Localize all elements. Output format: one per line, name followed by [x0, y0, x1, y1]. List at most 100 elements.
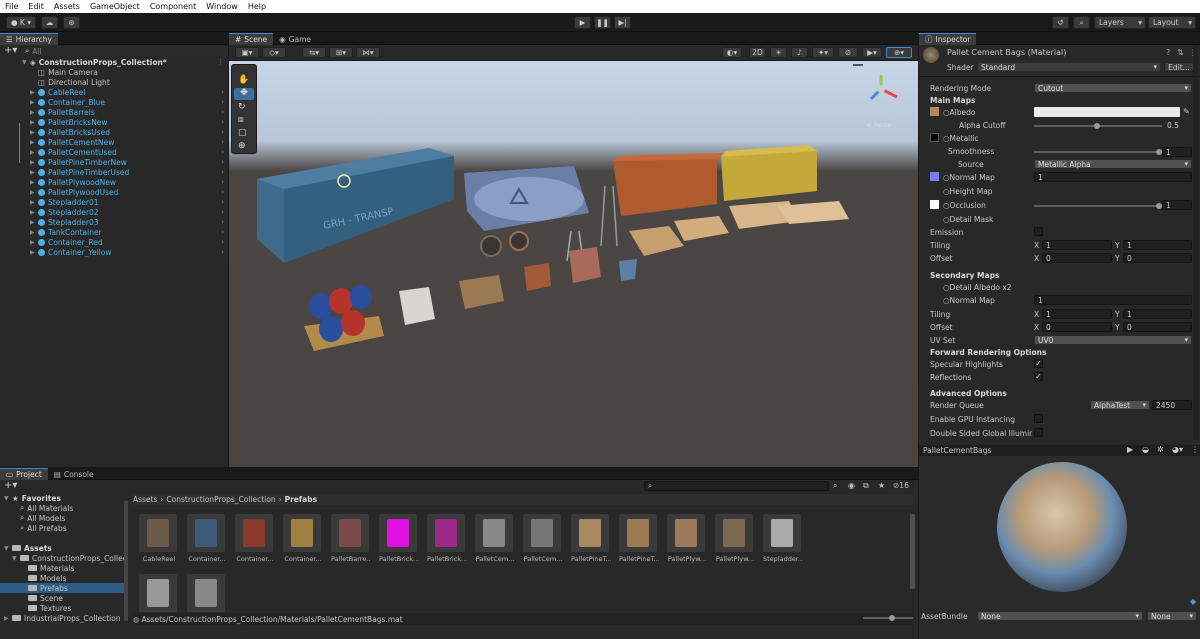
gizmos-icon[interactable]: ⊕▾	[886, 47, 912, 58]
hierarchy-item[interactable]: ▶ PalletPineTimberUsed ›	[0, 167, 228, 177]
shader-dropdown[interactable]: Standard	[977, 62, 1161, 72]
layers-dropdown[interactable]: Layers ▾	[1094, 16, 1146, 29]
open-prefab-icon[interactable]: ›	[221, 168, 224, 176]
open-prefab-icon[interactable]: ›	[221, 188, 224, 196]
pallet-timber-2[interactable]	[674, 216, 729, 241]
alpha-cutoff-slider[interactable]	[1034, 123, 1162, 129]
light-icon[interactable]: ✲	[1157, 445, 1164, 454]
play-button[interactable]: ▶	[574, 16, 591, 29]
hierarchy-item[interactable]: ◫ Directional Light	[0, 77, 228, 87]
pallet-cement-bags[interactable]	[459, 275, 504, 309]
cable-reel-1[interactable]	[480, 235, 502, 257]
breadcrumb-collection[interactable]: ConstructionProps_Collection	[166, 495, 275, 504]
fav-all-materials[interactable]: ⌕ All Materials	[20, 503, 73, 513]
detail-albedo-label[interactable]: ○Detail Albedo x2	[943, 283, 1012, 292]
hierarchy-item[interactable]: ▶ PalletCementUsed ›	[0, 147, 228, 157]
open-prefab-icon[interactable]: ›	[221, 138, 224, 146]
expand-arrow-icon[interactable]: ▼	[12, 555, 20, 562]
hidden-objects-icon[interactable]: ⊘	[838, 47, 858, 58]
expand-arrow-icon[interactable]: ▶	[30, 189, 38, 196]
expand-arrow-icon[interactable]: ▶	[30, 209, 38, 216]
hierarchy-item[interactable]: ▶ Stepladder02 ›	[0, 207, 228, 217]
project-search-input[interactable]: ⌕	[644, 481, 829, 491]
menu-window[interactable]: Window	[206, 2, 238, 11]
transform-tool-icon[interactable]: ⊕	[238, 141, 246, 151]
tag-icon[interactable]: ◆	[1190, 597, 1196, 606]
expand-arrow-icon[interactable]: ▶	[30, 129, 38, 136]
open-prefab-icon[interactable]: ›	[221, 98, 224, 106]
play-preview-icon[interactable]: ▶	[1127, 445, 1133, 454]
hierarchy-item[interactable]: ▶ PalletBarrels ›	[0, 107, 228, 117]
hierarchy-item[interactable]: ◫ Main Camera	[0, 67, 228, 77]
expand-arrow-icon[interactable]: ▶	[30, 249, 38, 256]
smoothness-slider[interactable]	[1034, 149, 1162, 155]
emission-checkbox[interactable]	[1034, 227, 1043, 236]
draw-mode-icon[interactable]: ▣▾	[235, 47, 259, 58]
scale-tool-icon[interactable]: ⧈	[238, 115, 244, 125]
occlusion-label[interactable]: ○Occlusion	[943, 201, 986, 210]
inspector-scrollbar[interactable]	[1193, 45, 1198, 440]
hand-tool-icon[interactable]: ✋	[238, 75, 249, 85]
tiling-y-field[interactable]: 1	[1123, 240, 1192, 250]
pallet-timber-1[interactable]	[629, 226, 684, 256]
occlusion-value[interactable]: 1	[1162, 200, 1192, 210]
hierarchy-item[interactable]: ▶ PalletPlywoodNew ›	[0, 177, 228, 187]
search-icon[interactable]: ⌕	[1073, 16, 1090, 29]
asset-item[interactable]: Container...	[283, 514, 323, 563]
render-mode-icon[interactable]: ◇▾	[262, 47, 286, 58]
open-prefab-icon[interactable]: ›	[221, 128, 224, 136]
expand-arrow-icon[interactable]: ▶	[30, 89, 38, 96]
open-prefab-icon[interactable]: ›	[221, 108, 224, 116]
asset-item[interactable]: PalletCem...	[475, 514, 515, 563]
asset-item[interactable]: PalletBrick...	[379, 514, 419, 563]
fav-all-models[interactable]: ⌕ All Models	[20, 513, 65, 523]
albedo-color-field[interactable]	[1034, 107, 1180, 117]
container-yellow[interactable]	[721, 151, 817, 201]
fav-all-prefabs[interactable]: ⌕ All Prefabs	[20, 523, 67, 533]
hierarchy-item[interactable]: ▶ PalletPineTimberNew ›	[0, 157, 228, 167]
favorites-header[interactable]: ▼ ★ Favorites	[4, 493, 61, 503]
add-button[interactable]: +▾	[4, 45, 17, 56]
asset-item[interactable]: PalletCem...	[523, 514, 563, 563]
asset-item[interactable]: CableReel	[139, 514, 179, 563]
pallet-bricks[interactable]	[399, 287, 435, 325]
alpha-cutoff-value[interactable]: 0.5	[1167, 121, 1179, 130]
menu-file[interactable]: File	[5, 2, 18, 11]
tab-game[interactable]: ◉ Game	[273, 33, 317, 45]
detail-mask-label[interactable]: ○Detail Mask	[943, 215, 993, 224]
search-by-type-icon[interactable]: ⌕	[833, 481, 837, 491]
assetbundle-dropdown[interactable]: None	[977, 611, 1143, 621]
tree-models[interactable]: Models	[28, 573, 66, 583]
sec-tiling-y-field[interactable]: 1	[1123, 309, 1192, 319]
expand-arrow-icon[interactable]: ▼	[4, 545, 12, 552]
open-prefab-icon[interactable]: ›	[221, 218, 224, 226]
expand-arrow-icon[interactable]: ▶	[30, 219, 38, 226]
tab-scene[interactable]: # Scene	[229, 33, 274, 45]
tree-industrial[interactable]: ▶ IndustrialProps_Collection	[4, 613, 124, 623]
expand-arrow-icon[interactable]: ▶	[30, 109, 38, 116]
breadcrumb-assets[interactable]: Assets	[133, 495, 157, 504]
rect-tool-icon[interactable]: ▢	[238, 128, 247, 138]
menu-gameobject[interactable]: GameObject	[90, 2, 140, 11]
hidden-count[interactable]: ⊘ 16	[893, 481, 909, 490]
account-dropdown[interactable]: ● K ▾	[6, 16, 36, 29]
expand-arrow-icon[interactable]: ▶	[4, 615, 12, 622]
menu-assets[interactable]: Assets	[54, 2, 80, 11]
asset-item[interactable]: PalletPineT...	[571, 514, 611, 563]
sec-normal-map-label[interactable]: ○Normal Map	[943, 296, 995, 305]
expand-arrow-icon[interactable]: ▶	[30, 169, 38, 176]
collab-icon[interactable]: ⊛	[63, 16, 80, 29]
gizmo-move-icon[interactable]: ⇆▾	[302, 47, 326, 58]
render-queue-dropdown[interactable]: AlphaTest	[1090, 400, 1150, 410]
preview-sphere[interactable]	[997, 462, 1127, 592]
favorite-star-icon[interactable]: ★	[878, 481, 885, 490]
asset-item[interactable]: Container...	[187, 514, 227, 563]
hierarchy-item[interactable]: ▶ Container_Yellow ›	[0, 247, 228, 257]
reflections-checkbox[interactable]: ✓	[1034, 372, 1043, 381]
asset-item[interactable]: Stepladder...	[763, 514, 803, 563]
history-icon[interactable]: ↺	[1052, 16, 1069, 29]
eyedropper-icon[interactable]: ✎	[1183, 107, 1190, 116]
move-tool-icon[interactable]: ✥	[234, 88, 254, 100]
hierarchy-item[interactable]: ▶ PalletPlywoodUsed ›	[0, 187, 228, 197]
expand-arrow-icon[interactable]: ▼	[4, 495, 12, 502]
